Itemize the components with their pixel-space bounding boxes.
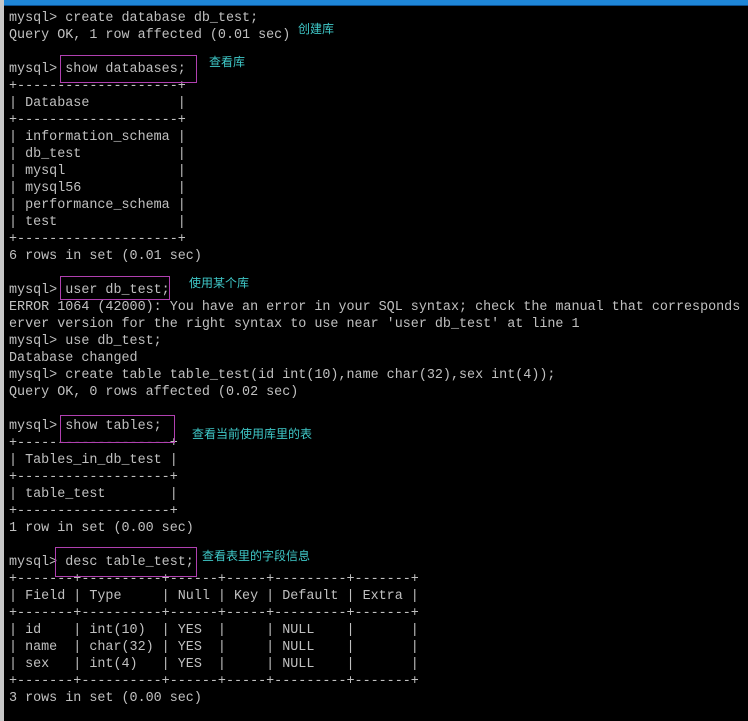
terminal-output[interactable]: mysql> create database db_test; Query OK,… [9, 10, 748, 707]
terminal-line: mysql> use db_test; [9, 334, 162, 349]
terminal-line: | Tables_in_db_test | [9, 453, 178, 468]
terminal-line: +-------+----------+------+-----+-------… [9, 674, 419, 689]
terminal-line: | db_test | [9, 147, 186, 162]
terminal-line: | name | char(32) | YES | | NULL | | [9, 640, 419, 655]
terminal-line: 1 row in set (0.00 sec) [9, 521, 194, 536]
terminal-line: Query OK, 1 row affected (0.01 sec) [9, 28, 291, 43]
terminal-line: | test | [9, 215, 186, 230]
highlight-show-databases [60, 55, 197, 83]
terminal-line: | performance_schema | [9, 198, 186, 213]
terminal-line: +--------------------+ [9, 232, 186, 247]
terminal-line: ERROR 1064 (42000): You have an error in… [9, 300, 748, 315]
terminal-line: 6 rows in set (0.01 sec) [9, 249, 202, 264]
annotation-create-db: 创建库 [298, 22, 335, 36]
annotation-show-tables: 查看当前使用库里的表 [192, 427, 313, 441]
highlight-show-tables [60, 415, 175, 443]
highlight-desc-table [55, 547, 197, 577]
terminal-line: | Database | [9, 96, 186, 111]
terminal-line: | mysql56 | [9, 181, 186, 196]
terminal-line: mysql> create table table_test(id int(10… [9, 368, 556, 383]
terminal-line: Database changed [9, 351, 138, 366]
terminal-line: mysql> create database db_test; [9, 11, 259, 26]
annotation-use-db: 使用某个库 [189, 276, 250, 290]
terminal-line: +--------------------+ [9, 113, 186, 128]
terminal-line: | table_test | [9, 487, 178, 502]
terminal-line: Query OK, 0 rows affected (0.02 sec) [9, 385, 299, 400]
annotation-desc-table: 查看表里的字段信息 [202, 549, 311, 563]
terminal-line: | mysql | [9, 164, 186, 179]
terminal-line: +-------------------+ [9, 504, 178, 519]
terminal-line: | id | int(10) | YES | | NULL | | [9, 623, 419, 638]
terminal-line: | Field | Type | Null | Key | Default | … [9, 589, 419, 604]
highlight-user-db-test [60, 276, 170, 300]
terminal-line: 3 rows in set (0.00 sec) [9, 691, 202, 706]
window-left-edge [0, 0, 4, 721]
annotation-show-db: 查看库 [209, 55, 246, 69]
terminal-line: +-------------------+ [9, 470, 178, 485]
terminal-line: erver version for the right syntax to us… [9, 317, 580, 332]
window-title-bar [0, 0, 748, 6]
terminal-line: | sex | int(4) | YES | | NULL | | [9, 657, 419, 672]
terminal-line: +-------+----------+------+-----+-------… [9, 606, 419, 621]
terminal-line: | information_schema | [9, 130, 186, 145]
